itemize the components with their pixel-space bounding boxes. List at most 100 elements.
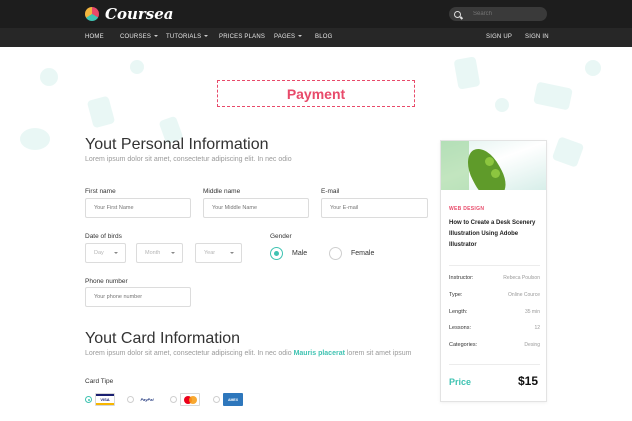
sign-up-link[interactable]: SIGN UP (486, 28, 512, 47)
first-name-label: First name (85, 188, 116, 195)
paypal-radio[interactable] (127, 396, 134, 403)
amex-card-icon[interactable]: AMEX (223, 393, 243, 406)
dob-month-select[interactable]: Month (136, 243, 183, 263)
nav-pages-label: PAGES (274, 34, 296, 40)
bg-doodle (533, 81, 573, 111)
nav-courses[interactable]: COURSES (120, 28, 159, 47)
meta-length: Length: 35 min (449, 309, 540, 319)
bg-doodle (495, 98, 509, 112)
dob-month-value: Month (145, 250, 161, 256)
meta-categories: Categories: Desing (449, 342, 540, 352)
gender-female-label: Female (351, 250, 375, 257)
phone-label: Phone number (85, 278, 128, 285)
meta-value: 12 (534, 325, 540, 331)
meta-value: Online Cource (508, 292, 540, 298)
paypal-card-icon[interactable]: PayPal (137, 393, 157, 406)
meta-key: Length: (449, 309, 468, 315)
thumbnail-leaf (441, 141, 469, 190)
course-title[interactable]: How to Create a Desk Scenery Illustratio… (449, 218, 541, 251)
meta-value: Desing (524, 342, 540, 348)
card-info-heading: Yout Card Information (85, 330, 241, 347)
card-info-subtitle-end: lorem sit amet ipsum (346, 350, 412, 357)
logo[interactable]: Coursea (85, 5, 173, 23)
search-icon[interactable] (454, 10, 461, 18)
mauris-placerat-link[interactable]: Mauris placerat (294, 350, 345, 357)
sign-in-link[interactable]: SIGN IN (525, 28, 549, 47)
thumbnail-pea (491, 169, 500, 178)
meta-key: Instructor: (449, 275, 474, 281)
nav-tutorials-label: TUTORIALS (166, 34, 202, 40)
meta-value: Rebeca Poulson (503, 275, 540, 281)
meta-lessons: Lessons: 12 (449, 325, 540, 335)
bg-doodle (130, 60, 144, 74)
nav-tutorials[interactable]: TUTORIALS (166, 28, 209, 47)
middle-name-label: Middle name (203, 188, 241, 195)
search-box[interactable] (449, 7, 547, 21)
meta-instructor: Instructor: Rebeca Poulson (449, 275, 540, 285)
personal-info-subtitle: Lorem ipsum dolor sit amet, consectetur … (85, 156, 292, 163)
amex-radio[interactable] (213, 396, 220, 403)
meta-key: Lessons: (449, 325, 472, 331)
mastercard-radio[interactable] (170, 396, 177, 403)
amex-label: AMEX (227, 397, 239, 402)
course-thumbnail (441, 141, 546, 190)
nav-courses-label: COURSES (120, 34, 152, 40)
bg-doodle (40, 68, 58, 86)
email-field[interactable] (321, 198, 428, 218)
page-title-box: Payment (217, 80, 415, 107)
brand-name: Coursea (105, 5, 174, 23)
top-bar: Coursea (0, 0, 632, 28)
chevron-down-icon (171, 252, 175, 254)
thumbnail-pea (485, 157, 494, 166)
nav-pages[interactable]: PAGES (274, 28, 303, 47)
chevron-down-icon (114, 252, 118, 254)
bg-doodle (86, 95, 116, 129)
dob-year-value: Year (204, 250, 216, 256)
phone-field[interactable] (85, 287, 191, 307)
chevron-down-icon (230, 252, 234, 254)
dob-year-select[interactable]: Year (195, 243, 242, 263)
price-label: Price (449, 377, 472, 387)
personal-info-heading: Yout Personal Information (85, 136, 269, 153)
mastercard-card-icon[interactable] (180, 393, 200, 406)
gender-male-label: Male (292, 250, 308, 257)
gender-male-radio[interactable] (270, 247, 283, 260)
search-input[interactable] (473, 11, 543, 17)
course-card[interactable]: WEB DESIGN How to Create a Desk Scenery … (440, 140, 547, 402)
visa-radio[interactable] (85, 396, 92, 403)
meta-value: 35 min (524, 309, 540, 315)
bg-doodle (585, 60, 601, 76)
bg-doodle (20, 128, 50, 150)
main-nav: HOME COURSES TUTORIALS PRICES PLANS PAGE… (0, 28, 632, 47)
dob-label: Date of birds (85, 233, 122, 240)
nav-prices-plans[interactable]: PRICES PLANS (219, 28, 265, 47)
course-category[interactable]: WEB DESIGN (449, 206, 484, 212)
logo-icon (85, 7, 99, 21)
gender-label: Gender (270, 233, 292, 240)
divider (449, 265, 540, 266)
page-title: Payment (286, 85, 346, 102)
visa-card-icon[interactable]: VISA (95, 393, 115, 406)
gender-female-radio[interactable] (329, 247, 342, 260)
card-info-subtitle-text: Lorem ipsum dolor sit amet, consectetur … (85, 350, 292, 357)
chevron-down-icon (204, 35, 209, 38)
card-info-subtitle: Lorem ipsum dolor sit amet, consectetur … (85, 350, 411, 357)
dob-day-select[interactable]: Day (85, 243, 126, 263)
chevron-down-icon (154, 35, 159, 38)
first-name-field[interactable] (85, 198, 191, 218)
nav-home[interactable]: HOME (85, 28, 104, 47)
nav-blog[interactable]: BLOG (315, 28, 332, 47)
mastercard-circle-orange (189, 396, 197, 404)
divider (449, 364, 540, 365)
middle-name-field[interactable] (203, 198, 309, 218)
meta-key: Type: (449, 292, 463, 298)
chevron-down-icon (298, 35, 303, 38)
meta-type: Type: Online Cource (449, 292, 540, 302)
email-label: E-mail (321, 188, 340, 195)
card-type-label: Card Tipe (85, 378, 114, 385)
bg-doodle (453, 56, 481, 90)
meta-key: Categories: (449, 342, 478, 348)
bg-doodle (551, 136, 585, 168)
dob-day-value: Day (94, 250, 104, 256)
price-value: $15 (517, 374, 538, 388)
